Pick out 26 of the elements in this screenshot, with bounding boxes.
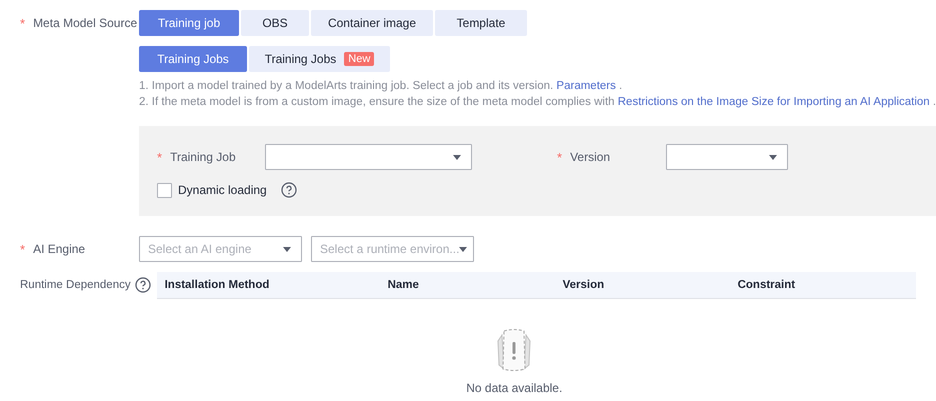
field-label: Version — [570, 150, 610, 164]
source-tab[interactable]: Training job — [139, 10, 239, 36]
field-label: Training Job — [170, 150, 236, 164]
field-label: Meta Model Source — [33, 16, 138, 30]
column-header: Constraint — [736, 279, 796, 291]
link[interactable]: Restrictions on the Image Size for Importing an AI Application — [618, 96, 930, 108]
source-tab[interactable]: Template — [435, 10, 527, 36]
hint-text: 2. If the meta model is from a custom image, ensure the size of the meta model complies with Restrictions on the Image Size for Importing an AI Application . — [139, 95, 936, 110]
field-label: Runtime Dependency — [20, 279, 131, 291]
empty-message: No data available. — [466, 381, 562, 395]
link[interactable]: Parameters — [556, 80, 616, 92]
source-tab[interactable]: OBS — [241, 10, 309, 36]
column-header: Version — [562, 279, 606, 291]
field-label: AI Engine — [33, 242, 86, 256]
sub-tab[interactable]: Training Jobs New — [249, 46, 390, 72]
checkbox-label: Dynamic loading — [178, 183, 267, 197]
new-badge: New — [344, 52, 374, 66]
hint-text: 1. Import a model trained by a ModelArts training job. Select a job and its version. Parameters . — [139, 79, 624, 94]
column-header: Installation Method — [164, 279, 270, 291]
source-tab[interactable]: Container image — [311, 10, 433, 36]
required-mark: * — [20, 16, 26, 30]
sub-tab[interactable]: Training Jobs — [139, 46, 247, 72]
required-mark: * — [557, 150, 562, 164]
required-mark: * — [20, 242, 26, 256]
column-header: Name — [386, 279, 420, 291]
required-mark: * — [157, 150, 162, 164]
